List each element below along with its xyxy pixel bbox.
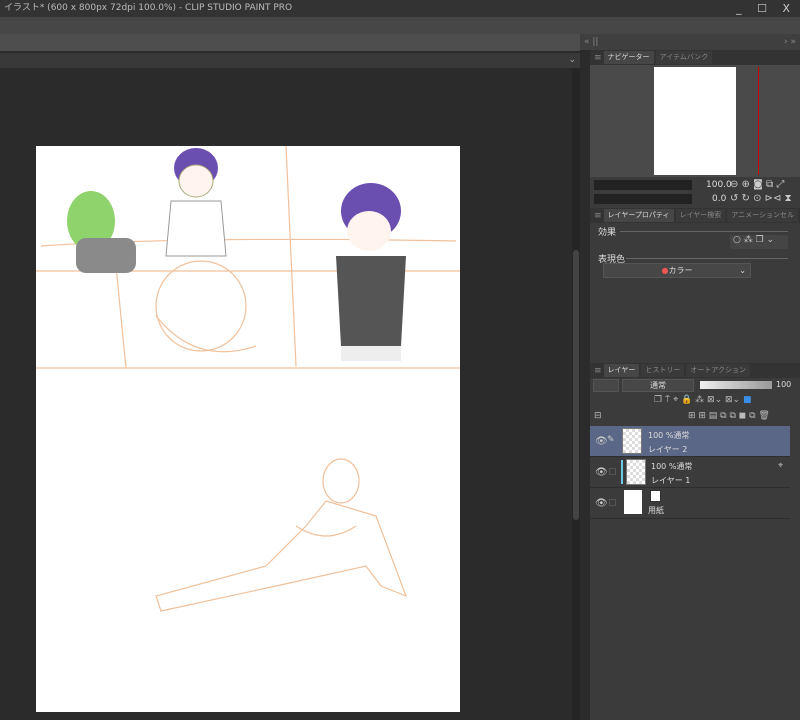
blend-mode-select[interactable]: 通常 — [622, 379, 694, 392]
canvas-tab-bar: ⌄ — [0, 52, 580, 68]
layer-name: レイヤー 1 — [651, 476, 691, 485]
layer-tabs: ≡ レイヤー ヒストリー オートアクション — [590, 363, 800, 378]
title-bar: イラスト* (600 x 800px 72dpi 100.0%) - CLIP … — [0, 0, 800, 17]
layer-row[interactable]: 👁 用紙 — [590, 488, 790, 519]
eye-icon[interactable]: 👁 — [595, 498, 608, 509]
color-value: カラー — [668, 266, 693, 275]
navigator-thumbnail — [654, 67, 736, 175]
panel-layout-icon[interactable]: ⊟ — [594, 411, 602, 421]
toolbar — [0, 17, 800, 34]
rotation-value: 0.0 — [712, 194, 727, 204]
scrollbar-thumb[interactable] — [573, 250, 579, 520]
navigator-preview[interactable] — [590, 65, 800, 177]
collapse-right-button[interactable]: › » — [784, 34, 796, 50]
tab-layer-search[interactable]: レイヤー検索 — [675, 209, 726, 222]
command-bar — [0, 34, 580, 51]
navigator-indicator — [758, 67, 759, 175]
tab-navigator[interactable]: ナビゲーター — [603, 51, 654, 64]
zoom-buttons[interactable]: ⊖ ⊕ ◙ ⧉ ⤢ — [730, 179, 784, 190]
reference-icon: ⌖ — [778, 461, 784, 471]
right-panel: ≡ ナビゲーター アイテムバンク 100.0 0.0 ⊖ ⊕ ◙ ⧉ ⤢ ↺ ↻… — [590, 50, 800, 720]
tab-item-bank[interactable]: アイテムバンク — [655, 51, 713, 64]
layer-name: 用紙 — [648, 506, 664, 515]
layer-color-button[interactable] — [593, 379, 619, 392]
tab-layer-property[interactable]: レイヤープロパティ — [603, 209, 674, 222]
window-controls[interactable]: _ ☐ X — [736, 0, 796, 17]
menu-icon[interactable]: ≡ — [594, 53, 602, 63]
menu-icon[interactable]: ≡ — [594, 366, 602, 376]
drawing-canvas[interactable] — [36, 145, 460, 712]
navigator-tabs: ≡ ナビゲーター アイテムバンク — [590, 50, 800, 65]
zoom-slider[interactable] — [594, 180, 692, 190]
layer-mode: 100 %通常 — [648, 431, 690, 440]
layer-thumbnail — [626, 459, 646, 485]
sketch-artwork — [36, 145, 460, 612]
opacity-value[interactable]: 100 — [776, 380, 791, 389]
tab-layer[interactable]: レイヤー — [603, 364, 640, 377]
eye-icon[interactable]: 👁 — [595, 436, 608, 447]
tab-auto-action[interactable]: オートアクション — [686, 364, 750, 377]
layer-lock-buttons[interactable]: ❐ ⍑ ⌖ 🔒 ⁂ ⊠⌄ ⊠⌄ ■ — [654, 395, 751, 405]
eye-icon[interactable]: 👁 — [595, 467, 608, 478]
chevron-down-icon[interactable]: ⌄ — [568, 55, 576, 65]
character-green-hair — [67, 191, 136, 273]
new-layer-buttons[interactable]: ⊞ ⊞ ▤ ⧉ ⧉ ◼ ⧉ 🗑 — [688, 411, 770, 421]
blend-mode-value: 通常 — [650, 381, 666, 390]
chevron-down-icon: ⌄ — [739, 266, 746, 275]
rotate-buttons[interactable]: ↺ ↻ ⊙ ⊳⊲ ⧗ — [730, 193, 792, 204]
window-title: イラスト* (600 x 800px 72dpi 100.0%) - CLIP … — [4, 3, 293, 13]
divider — [620, 231, 788, 232]
zoom-value: 100.0 — [706, 180, 732, 190]
layer-row[interactable]: 👁 100 %通常 レイヤー 1 ⌖ — [590, 457, 790, 488]
rotation-slider[interactable] — [594, 194, 692, 204]
panel-strip: « || › » — [580, 34, 800, 50]
opacity-slider[interactable] — [700, 381, 772, 389]
divider — [626, 258, 788, 259]
expression-color-select[interactable]: ● カラー ⌄ — [603, 263, 751, 278]
property-tabs: ≡ レイヤープロパティ レイヤー検索 アニメーションセル — [590, 208, 800, 223]
pen-icon: ✎ — [607, 435, 615, 445]
paper-icon — [650, 490, 661, 502]
character-right — [336, 183, 406, 361]
layer-name: レイヤー 2 — [648, 445, 688, 454]
checkbox[interactable] — [609, 468, 616, 475]
effect-label: 効果 — [598, 228, 617, 238]
character-center — [165, 148, 227, 257]
layer-mode: 100 %通常 — [651, 462, 693, 471]
tab-history[interactable]: ヒストリー — [641, 364, 685, 377]
draft-indicator — [621, 460, 623, 484]
checkbox[interactable] — [609, 499, 616, 506]
paper-thumbnail — [624, 490, 642, 514]
menu-icon[interactable]: ≡ — [594, 211, 602, 221]
collapse-left-button[interactable]: « || — [584, 37, 598, 47]
effect-buttons[interactable]: ○ ⁂ ❐ ⌄ — [730, 235, 788, 249]
tab-animation-cel[interactable]: アニメーションセル — [727, 209, 799, 222]
layer-row[interactable]: 👁 ✎ 100 %通常 レイヤー 2 — [590, 426, 790, 457]
layer-thumbnail — [622, 428, 642, 454]
